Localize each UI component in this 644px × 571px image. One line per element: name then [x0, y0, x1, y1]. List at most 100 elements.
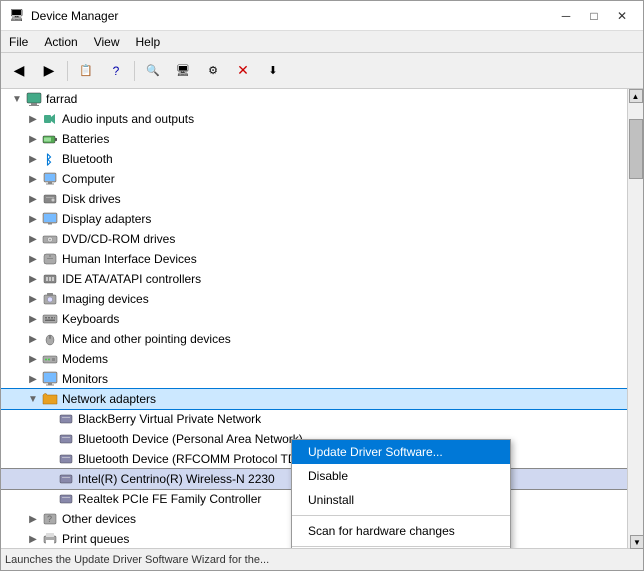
back-button[interactable]: ◀ — [5, 57, 33, 85]
mice-label: Mice and other pointing devices — [62, 332, 231, 346]
tree-item-imaging[interactable]: ▶ Imaging devices — [1, 289, 627, 309]
svg-text:ᛒ: ᛒ — [45, 152, 53, 167]
scroll-up-button[interactable]: ▲ — [629, 89, 643, 103]
status-text: Launches the Update Driver Software Wiza… — [5, 554, 269, 566]
expand-icon-imaging: ▶ — [25, 294, 41, 305]
expand-icon-diskdrives: ▶ — [25, 194, 41, 205]
expand-icon-audio: ▶ — [25, 114, 41, 125]
tree-item-monitors[interactable]: ▶ Monitors — [1, 369, 627, 389]
modem-icon — [41, 350, 59, 368]
ctx-update-driver[interactable]: Update Driver Software... — [292, 440, 510, 464]
scan-changes-button[interactable]: ⬇ — [259, 57, 287, 85]
tree-item-batteries[interactable]: ▶ Batteries — [1, 129, 627, 149]
btrfcomm-label: Bluetooth Device (RFCOMM Protocol TDI) — [78, 452, 304, 466]
update-button[interactable]: ⚙ — [199, 57, 227, 85]
help-button[interactable]: ? — [102, 57, 130, 85]
tree-item-blackberry[interactable]: BlackBerry Virtual Private Network — [1, 409, 627, 429]
other-label: Other devices — [62, 512, 136, 526]
status-bar: Launches the Update Driver Software Wiza… — [1, 548, 643, 570]
computer-device-icon — [41, 170, 59, 188]
printer-icon — [41, 530, 59, 548]
display-button[interactable]: 🖥 — [169, 57, 197, 85]
batteries-label: Batteries — [62, 132, 109, 146]
btpan-label: Bluetooth Device (Personal Area Network) — [78, 432, 303, 446]
close-button[interactable]: ✕ — [609, 6, 635, 26]
computer-label: Computer — [62, 172, 115, 186]
monitors-label: Monitors — [62, 372, 108, 386]
tree-item-modems[interactable]: ▶ Modems — [1, 349, 627, 369]
netcard-btpan-icon — [57, 430, 75, 448]
minimize-button[interactable]: ─ — [553, 6, 579, 26]
tree-root[interactable]: ▼ farrad — [1, 89, 627, 109]
expand-icon-batteries: ▶ — [25, 134, 41, 145]
expand-icon-other: ▶ — [25, 514, 41, 525]
menu-help[interactable]: Help — [128, 31, 169, 52]
tree-item-network[interactable]: ▼ Network adapters — [1, 389, 627, 409]
tree-item-computer[interactable]: ▶ Computer — [1, 169, 627, 189]
ctx-disable[interactable]: Disable — [292, 464, 510, 488]
expand-icon-root: ▼ — [9, 94, 25, 105]
network-label: Network adapters — [62, 392, 156, 406]
uninstall-button[interactable]: ✕ — [229, 57, 257, 85]
modems-label: Modems — [62, 352, 108, 366]
scroll-down-button[interactable]: ▼ — [630, 535, 643, 548]
netcard-realtek-icon — [57, 490, 75, 508]
expand-icon-printqueues: ▶ — [25, 534, 41, 545]
forward-button[interactable]: ▶ — [35, 57, 63, 85]
title-bar: 🖥 Device Manager ─ □ ✕ — [1, 1, 643, 31]
network-folder-icon — [41, 390, 59, 408]
title-bar-left: 🖥 Device Manager — [9, 8, 118, 24]
dvd-icon — [41, 230, 59, 248]
ctx-uninstall[interactable]: Uninstall — [292, 488, 510, 512]
tree-item-dvd[interactable]: ▶ DVD/CD-ROM drives — [1, 229, 627, 249]
ide-icon — [41, 270, 59, 288]
netcard-intel-icon — [57, 470, 75, 488]
menu-bar: File Action View Help — [1, 31, 643, 53]
realtek-label: Realtek PCIe FE Family Controller — [78, 492, 261, 506]
scrollbar[interactable]: ▲ ▼ — [627, 89, 643, 548]
menu-file[interactable]: File — [1, 31, 36, 52]
printqueues-label: Print queues — [62, 532, 129, 546]
tree-item-ide[interactable]: ▶ IDE ATA/ATAPI controllers — [1, 269, 627, 289]
audio-label: Audio inputs and outputs — [62, 112, 194, 126]
toolbar-separator-1 — [67, 61, 68, 81]
menu-view[interactable]: View — [86, 31, 128, 52]
display-label: Display adapters — [62, 212, 151, 226]
expand-icon-bluetooth: ▶ — [25, 154, 41, 165]
tree-item-diskdrives[interactable]: ▶ Disk drives — [1, 189, 627, 209]
tree-item-bluetooth[interactable]: ▶ ᛒ Bluetooth — [1, 149, 627, 169]
properties-button[interactable]: 📋 — [72, 57, 100, 85]
scroll-thumb[interactable] — [629, 119, 643, 179]
ctx-separator-2 — [292, 546, 510, 547]
maximize-button[interactable]: □ — [581, 6, 607, 26]
expand-icon-keyboards: ▶ — [25, 314, 41, 325]
display-icon — [41, 210, 59, 228]
disk-icon — [41, 190, 59, 208]
svg-text:?: ? — [47, 514, 52, 524]
monitor-icon — [41, 370, 59, 388]
netcard-blackberry-icon — [57, 410, 75, 428]
tree-item-hid[interactable]: ▶ Human Interface Devices — [1, 249, 627, 269]
device-manager-window: 🖥 Device Manager ─ □ ✕ File Action View … — [0, 0, 644, 571]
imaging-icon — [41, 290, 59, 308]
expand-icon-network: ▼ — [25, 394, 41, 405]
hid-icon — [41, 250, 59, 268]
expand-icon-display: ▶ — [25, 214, 41, 225]
scan-button[interactable]: 🔍 — [139, 57, 167, 85]
ctx-scan[interactable]: Scan for hardware changes — [292, 519, 510, 543]
tree-item-audio[interactable]: ▶ Audio inputs and outputs — [1, 109, 627, 129]
tree-item-display[interactable]: ▶ Display adapters — [1, 209, 627, 229]
expand-icon-modems: ▶ — [25, 354, 41, 365]
expand-icon-computer: ▶ — [25, 174, 41, 185]
imaging-label: Imaging devices — [62, 292, 149, 306]
expand-icon-dvd: ▶ — [25, 234, 41, 245]
window-controls: ─ □ ✕ — [553, 6, 635, 26]
context-menu: Update Driver Software... Disable Uninst… — [291, 439, 511, 548]
device-tree[interactable]: ▼ farrad ▶ Audio inputs and outputs ▶ — [1, 89, 627, 548]
tree-item-keyboards[interactable]: ▶ Keyboards — [1, 309, 627, 329]
diskdrives-label: Disk drives — [62, 192, 121, 206]
tree-item-mice[interactable]: ▶ Mice and other pointing devices — [1, 329, 627, 349]
expand-icon-hid: ▶ — [25, 254, 41, 265]
menu-action[interactable]: Action — [36, 31, 85, 52]
root-label: farrad — [46, 92, 77, 106]
